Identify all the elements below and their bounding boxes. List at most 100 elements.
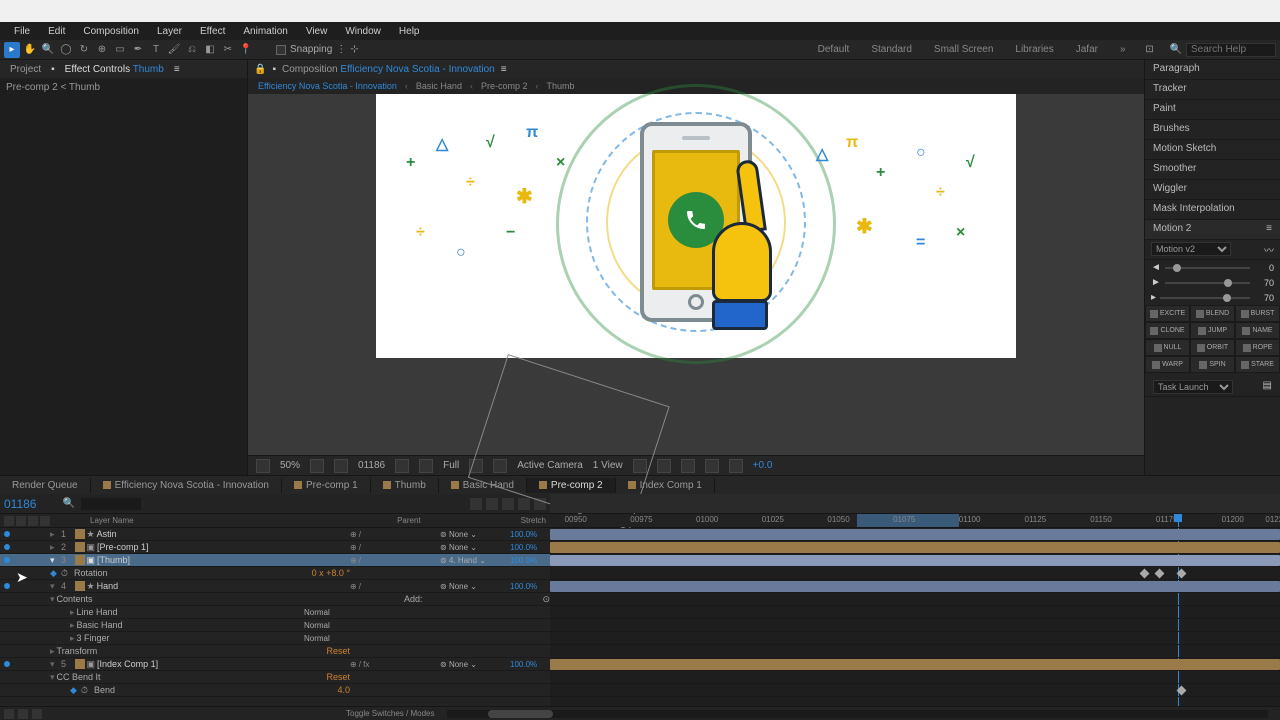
motion-blur-icon[interactable] bbox=[518, 498, 530, 510]
eye-column-icon[interactable] bbox=[4, 516, 14, 526]
project-tab[interactable]: Project bbox=[4, 62, 47, 77]
property-row[interactable]: ◆ ⏱ Bend 4.0 bbox=[0, 684, 550, 697]
btn-excite[interactable]: EXCITE bbox=[1145, 305, 1190, 322]
label-swatch[interactable] bbox=[75, 659, 85, 669]
transparency-icon[interactable] bbox=[469, 459, 483, 473]
timeline-tracks[interactable] bbox=[550, 528, 1280, 706]
eraser-tool[interactable]: ◧ bbox=[202, 42, 218, 58]
comp-flowchart-icon[interactable] bbox=[470, 498, 482, 510]
keyframe[interactable] bbox=[1176, 686, 1186, 696]
breadcrumb-1[interactable]: Basic Hand bbox=[416, 81, 462, 91]
channel-icon[interactable] bbox=[419, 459, 433, 473]
frame-blend-icon[interactable] bbox=[502, 498, 514, 510]
time-ruler[interactable]: 00950 00975 01000 01025 01050 01075 0110… bbox=[550, 514, 1280, 527]
panel-menu-icon[interactable]: ≡ bbox=[1266, 223, 1272, 236]
visibility-toggle[interactable] bbox=[4, 557, 10, 563]
slider-ease-in[interactable]: ◄0 bbox=[1145, 260, 1280, 275]
btn-blend[interactable]: BLEND bbox=[1190, 305, 1235, 322]
breadcrumb-3[interactable]: Thumb bbox=[546, 81, 574, 91]
label-swatch[interactable] bbox=[75, 555, 85, 565]
menu-animation[interactable]: Animation bbox=[235, 24, 295, 39]
task-launch[interactable]: Task Launch ▤ bbox=[1145, 377, 1280, 397]
type-tool[interactable]: T bbox=[148, 42, 164, 58]
keyframe[interactable] bbox=[1154, 569, 1164, 579]
visibility-toggle[interactable] bbox=[4, 531, 10, 537]
3d-icon[interactable] bbox=[493, 459, 507, 473]
hand-tool[interactable]: ✋ bbox=[22, 42, 38, 58]
exposure-value[interactable]: +0.0 bbox=[753, 460, 773, 471]
btn-name[interactable]: NAME bbox=[1235, 322, 1280, 339]
label-swatch[interactable] bbox=[75, 529, 85, 539]
pixel-aspect-icon[interactable] bbox=[633, 459, 647, 473]
menu-view[interactable]: View bbox=[298, 24, 336, 39]
slider-ease-out[interactable]: ►70 bbox=[1145, 275, 1280, 290]
current-frame[interactable]: 01186 bbox=[358, 460, 385, 471]
tab-basic-hand[interactable]: Basic Hand bbox=[439, 478, 527, 493]
stopwatch-icon[interactable]: ⏱ bbox=[81, 685, 88, 696]
btn-burst[interactable]: BURST bbox=[1235, 305, 1280, 322]
tab-precomp1[interactable]: Pre-comp 1 bbox=[282, 478, 371, 493]
panel-paragraph[interactable]: Paragraph bbox=[1145, 60, 1280, 80]
layer-name[interactable]: [Index Comp 1] bbox=[95, 659, 350, 669]
panel-paint[interactable]: Paint bbox=[1145, 100, 1280, 120]
roto-tool[interactable]: ✂ bbox=[220, 42, 236, 58]
graph-icon[interactable]: 〰 bbox=[1264, 242, 1274, 257]
breadcrumb-2[interactable]: Pre-comp 2 bbox=[481, 81, 528, 91]
selection-tool[interactable]: ▸ bbox=[4, 42, 20, 58]
keyframe[interactable] bbox=[1176, 569, 1186, 579]
layer-name[interactable]: [Thumb] bbox=[95, 555, 350, 565]
timeline-zoom-slider[interactable] bbox=[447, 710, 1269, 718]
menu-file[interactable]: File bbox=[6, 24, 38, 39]
flowchart-icon[interactable] bbox=[705, 459, 719, 473]
workspace-standard[interactable]: Standard bbox=[865, 42, 918, 58]
btn-orbit[interactable]: ORBIT bbox=[1190, 339, 1235, 356]
solo-column-icon[interactable] bbox=[28, 516, 38, 526]
draft3d-icon[interactable] bbox=[486, 498, 498, 510]
layer-row[interactable]: ▸1 ★ Astin ⊕/ ⊚ None ⌄ 100.0% bbox=[0, 528, 550, 541]
orbit-tool[interactable]: ◯ bbox=[58, 42, 74, 58]
snap-opt2-icon[interactable]: ⊹ bbox=[350, 44, 358, 55]
timeline-icon[interactable] bbox=[681, 459, 695, 473]
resolution-icon[interactable] bbox=[310, 459, 324, 473]
menu-layer[interactable]: Layer bbox=[149, 24, 190, 39]
tab-main-comp[interactable]: Efficiency Nova Scotia - Innovation bbox=[91, 478, 282, 493]
lock-column-icon[interactable] bbox=[40, 516, 50, 526]
property-group[interactable]: ▸Transform Reset bbox=[0, 645, 550, 658]
brace-icon[interactable] bbox=[32, 709, 42, 719]
task-launch-icon[interactable]: ▤ bbox=[1263, 380, 1272, 393]
panel-motion-sketch[interactable]: Motion Sketch bbox=[1145, 140, 1280, 160]
layer-name[interactable]: [Pre-comp 1] bbox=[95, 542, 350, 552]
tab-precomp2[interactable]: Pre-comp 2 bbox=[527, 478, 616, 493]
layer-row[interactable]: ▸2 ▣ [Pre-comp 1] ⊕/ ⊚ None ⌄ 100.0% bbox=[0, 541, 550, 554]
slider-overshoot[interactable]: ▸70 bbox=[1145, 290, 1280, 305]
workspace-libraries[interactable]: Libraries bbox=[1009, 42, 1059, 58]
search-input[interactable] bbox=[1186, 43, 1276, 57]
stopwatch-icon[interactable]: ⏱ bbox=[61, 568, 68, 579]
menu-effect[interactable]: Effect bbox=[192, 24, 233, 39]
toggle-switches-label[interactable]: Toggle Switches / Modes bbox=[346, 709, 435, 718]
breadcrumb-root[interactable]: Efficiency Nova Scotia - Innovation bbox=[258, 81, 397, 91]
composition-tab[interactable]: Composition Efficiency Nova Scotia - Inn… bbox=[282, 64, 495, 75]
btn-jump[interactable]: JUMP bbox=[1190, 322, 1235, 339]
current-time-display[interactable]: 01186 bbox=[4, 497, 36, 511]
property-group[interactable]: ▾ Contents Add: ⊙ bbox=[0, 593, 550, 606]
comp-tab-menu-icon[interactable]: ≡ bbox=[501, 64, 507, 75]
audio-column-icon[interactable] bbox=[16, 516, 26, 526]
puppet-tool[interactable]: 📍 bbox=[238, 42, 254, 58]
brush-tool[interactable]: 🖌 bbox=[166, 42, 182, 58]
layer-row-selected[interactable]: ▾3 ▣ [Thumb] ⊕/ ⊚ 4. Hand ⌄ 100.0% bbox=[0, 554, 550, 567]
property-row[interactable]: ▸Basic Hand Normal bbox=[0, 619, 550, 632]
property-row[interactable]: ▸3 Finger Normal bbox=[0, 632, 550, 645]
layer-row[interactable]: ▾5 ▣ [Index Comp 1] ⊕/ fx ⊚ None ⌄ 100.0… bbox=[0, 658, 550, 671]
graph-editor-icon[interactable] bbox=[534, 498, 546, 510]
visibility-toggle[interactable] bbox=[4, 661, 10, 667]
layer-name[interactable]: Astin bbox=[95, 529, 350, 539]
menu-help[interactable]: Help bbox=[391, 24, 428, 39]
property-value[interactable]: 0 x +8.0 ° bbox=[312, 568, 350, 578]
snapping-checkbox[interactable] bbox=[276, 45, 286, 55]
tab-render-queue[interactable]: Render Queue bbox=[0, 478, 91, 493]
visibility-toggle[interactable] bbox=[4, 544, 10, 550]
panel-smoother[interactable]: Smoother bbox=[1145, 160, 1280, 180]
btn-stare[interactable]: STARE bbox=[1235, 356, 1280, 373]
task-launch-select[interactable]: Task Launch bbox=[1153, 380, 1233, 394]
